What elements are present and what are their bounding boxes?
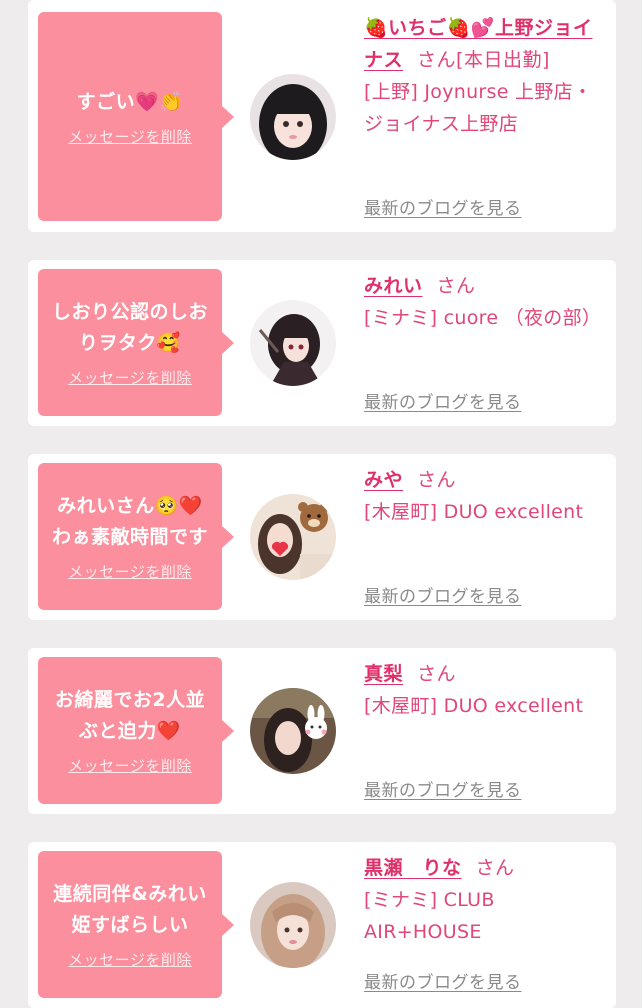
cast-info: みれい さん [ミナミ] cuore （夜の部） [364,270,602,334]
latest-blog-link[interactable]: 最新のブログを見る [364,194,522,219]
shop-name: [木屋町] DUO excellent [364,695,584,717]
cast-name-link[interactable]: みれい [364,275,423,297]
message-text: 連続同伴&みれい姫すばらしい [53,883,207,936]
honorific: さん [417,469,457,491]
shop-name: [上野] Joynurse 上野店・ジョイナス上野店 [364,81,593,135]
message-bubble: しおり公認のしおりヲタク🥰 メッセージを削除 [38,269,234,416]
cast-info: 真梨 さん [木屋町] DUO excellent [364,658,600,722]
cast-name-line: みれい さん [364,270,600,302]
message-bubble: みれいさん🥺❤️わぁ素敵時間です メッセージを削除 [38,463,234,610]
cast-name-link[interactable]: 真梨 [364,663,403,685]
message-card: お綺麗でお2人並ぶと迫力❤️ メッセージを削除 真梨 さん [木屋町] DUO … [28,648,616,814]
message-card: 連続同伴&みれい姫すばらしい メッセージを削除 黒瀬 りな さん [ミナミ] CL… [28,842,616,1008]
delete-message-link[interactable]: メッセージを削除 [68,755,192,776]
cast-name-line: 黒瀬 りな さん [364,852,600,884]
message-list: すごい💗👏 メッセージを削除 🍓いちご🍓💕上野ジョイナス さん[本日出勤] [上野… [0,0,642,1008]
attendance-status: [本日出勤] [456,49,550,71]
shop-name: [木屋町] DUO excellent [364,501,584,523]
honorific: さん [436,275,476,297]
message-card: しおり公認のしおりヲタク🥰 メッセージを削除 みれい さん [ミナミ] cuore… [28,260,616,426]
cast-name-link[interactable]: 黒瀬 りな [364,857,462,879]
message-text: すごい💗👏 [76,90,184,113]
latest-blog-link[interactable]: 最新のブログを見る [364,388,522,413]
avatar[interactable] [250,688,336,774]
cast-info: 黒瀬 りな さん [ミナミ] CLUB AIR+HOUSE [364,852,600,948]
honorific: さん [475,857,515,879]
cast-name-line: 🍓いちご🍓💕上野ジョイナス さん[本日出勤] [364,12,600,76]
latest-blog-link[interactable]: 最新のブログを見る [364,776,522,801]
latest-blog-link[interactable]: 最新のブログを見る [364,968,522,993]
message-card: すごい💗👏 メッセージを削除 🍓いちご🍓💕上野ジョイナス さん[本日出勤] [上野… [28,0,616,232]
message-bubble: お綺麗でお2人並ぶと迫力❤️ メッセージを削除 [38,657,234,804]
delete-message-link[interactable]: メッセージを削除 [68,561,192,582]
shop-name: [ミナミ] CLUB AIR+HOUSE [364,889,495,943]
honorific: さん [417,663,457,685]
message-bubble: 連続同伴&みれい姫すばらしい メッセージを削除 [38,851,234,998]
cast-info: みや さん [木屋町] DUO excellent [364,464,600,528]
delete-message-link[interactable]: メッセージを削除 [68,126,192,147]
cast-info: 🍓いちご🍓💕上野ジョイナス さん[本日出勤] [上野] Joynurse 上野店・… [364,12,600,140]
message-text: みれいさん🥺❤️わぁ素敵時間です [51,495,208,548]
avatar[interactable] [250,74,336,160]
cast-name-link[interactable]: みや [364,469,403,491]
message-card: みれいさん🥺❤️わぁ素敵時間です メッセージを削除 みや さん [木屋町] DU… [28,454,616,620]
cast-name-line: 真梨 さん [364,658,600,690]
avatar[interactable] [250,882,336,968]
message-text: お綺麗でお2人並ぶと迫力❤️ [54,689,206,742]
avatar[interactable] [250,300,336,386]
avatar[interactable] [250,494,336,580]
message-text: しおり公認のしおりヲタク🥰 [51,301,208,354]
latest-blog-link[interactable]: 最新のブログを見る [364,582,522,607]
shop-name: [ミナミ] cuore （夜の部） [364,307,602,329]
message-bubble: すごい💗👏 メッセージを削除 [38,12,234,221]
delete-message-link[interactable]: メッセージを削除 [68,949,192,970]
honorific: さん [417,49,457,71]
delete-message-link[interactable]: メッセージを削除 [68,367,192,388]
cast-name-line: みや さん [364,464,600,496]
